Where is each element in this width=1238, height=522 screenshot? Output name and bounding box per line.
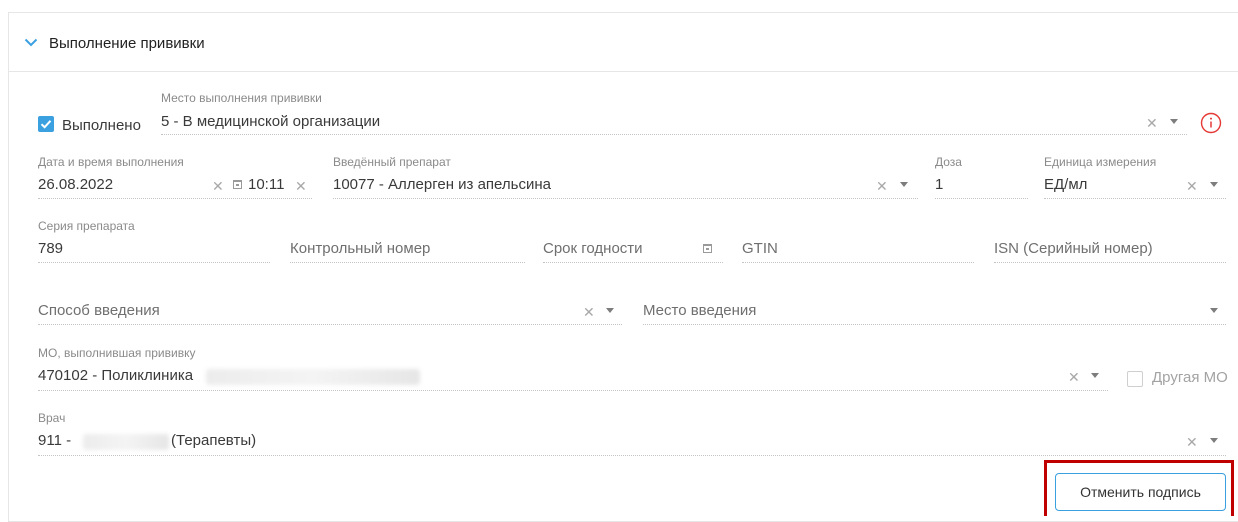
time-clear-icon[interactable]: ✕ <box>295 179 307 193</box>
drug-label: Введённый препарат <box>333 155 451 169</box>
datetime-underline <box>38 198 312 199</box>
chevron-down-icon[interactable] <box>24 38 38 47</box>
expiry-underline <box>543 262 723 263</box>
dose-label: Доза <box>935 155 962 169</box>
section-header[interactable]: Выполнение прививки <box>8 12 1238 72</box>
mo-value[interactable]: 470102 - Поликлиника <box>38 367 193 384</box>
expiry-input[interactable]: Срок годности <box>543 240 643 257</box>
done-checkbox[interactable] <box>38 116 54 132</box>
datetime-label: Дата и время выполнения <box>38 155 184 169</box>
gtin-underline <box>742 262 974 263</box>
expiry-calendar-icon[interactable] <box>703 244 712 253</box>
gtin-input[interactable]: GTIN <box>742 240 778 257</box>
place-value[interactable]: 5 - В медицинской организации <box>161 113 380 130</box>
dose-value[interactable]: 1 <box>935 176 943 193</box>
date-value[interactable]: 26.08.2022 <box>38 176 113 193</box>
place-underline <box>161 134 1187 135</box>
done-label: Выполнено <box>62 117 141 134</box>
date-clear-icon[interactable]: ✕ <box>212 179 224 193</box>
mo-clear-icon[interactable]: ✕ <box>1068 370 1080 384</box>
place-caret-down-icon[interactable] <box>1170 119 1178 124</box>
unit-clear-icon[interactable]: ✕ <box>1186 179 1198 193</box>
site-caret-down-icon[interactable] <box>1210 308 1218 313</box>
drug-underline <box>333 198 918 199</box>
series-label: Серия препарата <box>38 219 135 233</box>
mo-underline <box>38 390 1108 391</box>
drug-clear-icon[interactable]: ✕ <box>876 179 888 193</box>
isn-underline <box>994 262 1226 263</box>
route-caret-down-icon[interactable] <box>606 308 614 313</box>
isn-input[interactable]: ISN (Серийный номер) <box>994 240 1153 257</box>
time-value[interactable]: 10:11 <box>248 176 284 193</box>
doctor-caret-down-icon[interactable] <box>1210 438 1218 443</box>
unit-caret-down-icon[interactable] <box>1210 182 1218 187</box>
check-icon <box>40 120 52 129</box>
mo-label: МО, выполнившая прививку <box>38 346 196 360</box>
unit-underline <box>1044 198 1226 199</box>
place-label: Место выполнения прививки <box>161 91 322 105</box>
series-value[interactable]: 789 <box>38 240 63 257</box>
control-number-input[interactable]: Контрольный номер <box>290 240 430 257</box>
doctor-value-prefix[interactable]: 911 - <box>38 432 71 449</box>
cancel-sign-button[interactable]: Отменить подпись <box>1055 473 1226 511</box>
dose-underline <box>935 198 1028 199</box>
site-underline <box>643 324 1226 325</box>
section-title: Выполнение прививки <box>49 35 205 52</box>
route-underline <box>38 324 622 325</box>
control-number-underline <box>290 262 525 263</box>
doctor-value-suffix[interactable]: (Терапевты) <box>171 432 256 449</box>
mo-caret-down-icon[interactable] <box>1091 373 1099 378</box>
unit-value[interactable]: ЕД/мл <box>1044 176 1087 193</box>
drug-caret-down-icon[interactable] <box>900 182 908 187</box>
series-underline <box>38 262 270 263</box>
mo-redacted-text <box>206 369 420 385</box>
doctor-underline <box>38 455 1226 456</box>
doctor-clear-icon[interactable]: ✕ <box>1186 435 1198 449</box>
other-mo-label: Другая МО <box>1152 369 1228 386</box>
place-clear-icon[interactable]: ✕ <box>1146 116 1158 130</box>
unit-label: Единица измерения <box>1044 155 1157 169</box>
route-clear-icon[interactable]: ✕ <box>583 305 595 319</box>
route-input[interactable]: Способ введения <box>38 302 160 319</box>
info-icon[interactable] <box>1200 112 1222 134</box>
calendar-icon[interactable] <box>233 180 242 189</box>
drug-value[interactable]: 10077 - Аллерген из апельсина <box>333 176 551 193</box>
doctor-label: Врач <box>38 411 66 425</box>
doctor-redacted-text <box>83 434 169 450</box>
other-mo-checkbox[interactable] <box>1127 371 1143 387</box>
site-input[interactable]: Место введения <box>643 302 756 319</box>
